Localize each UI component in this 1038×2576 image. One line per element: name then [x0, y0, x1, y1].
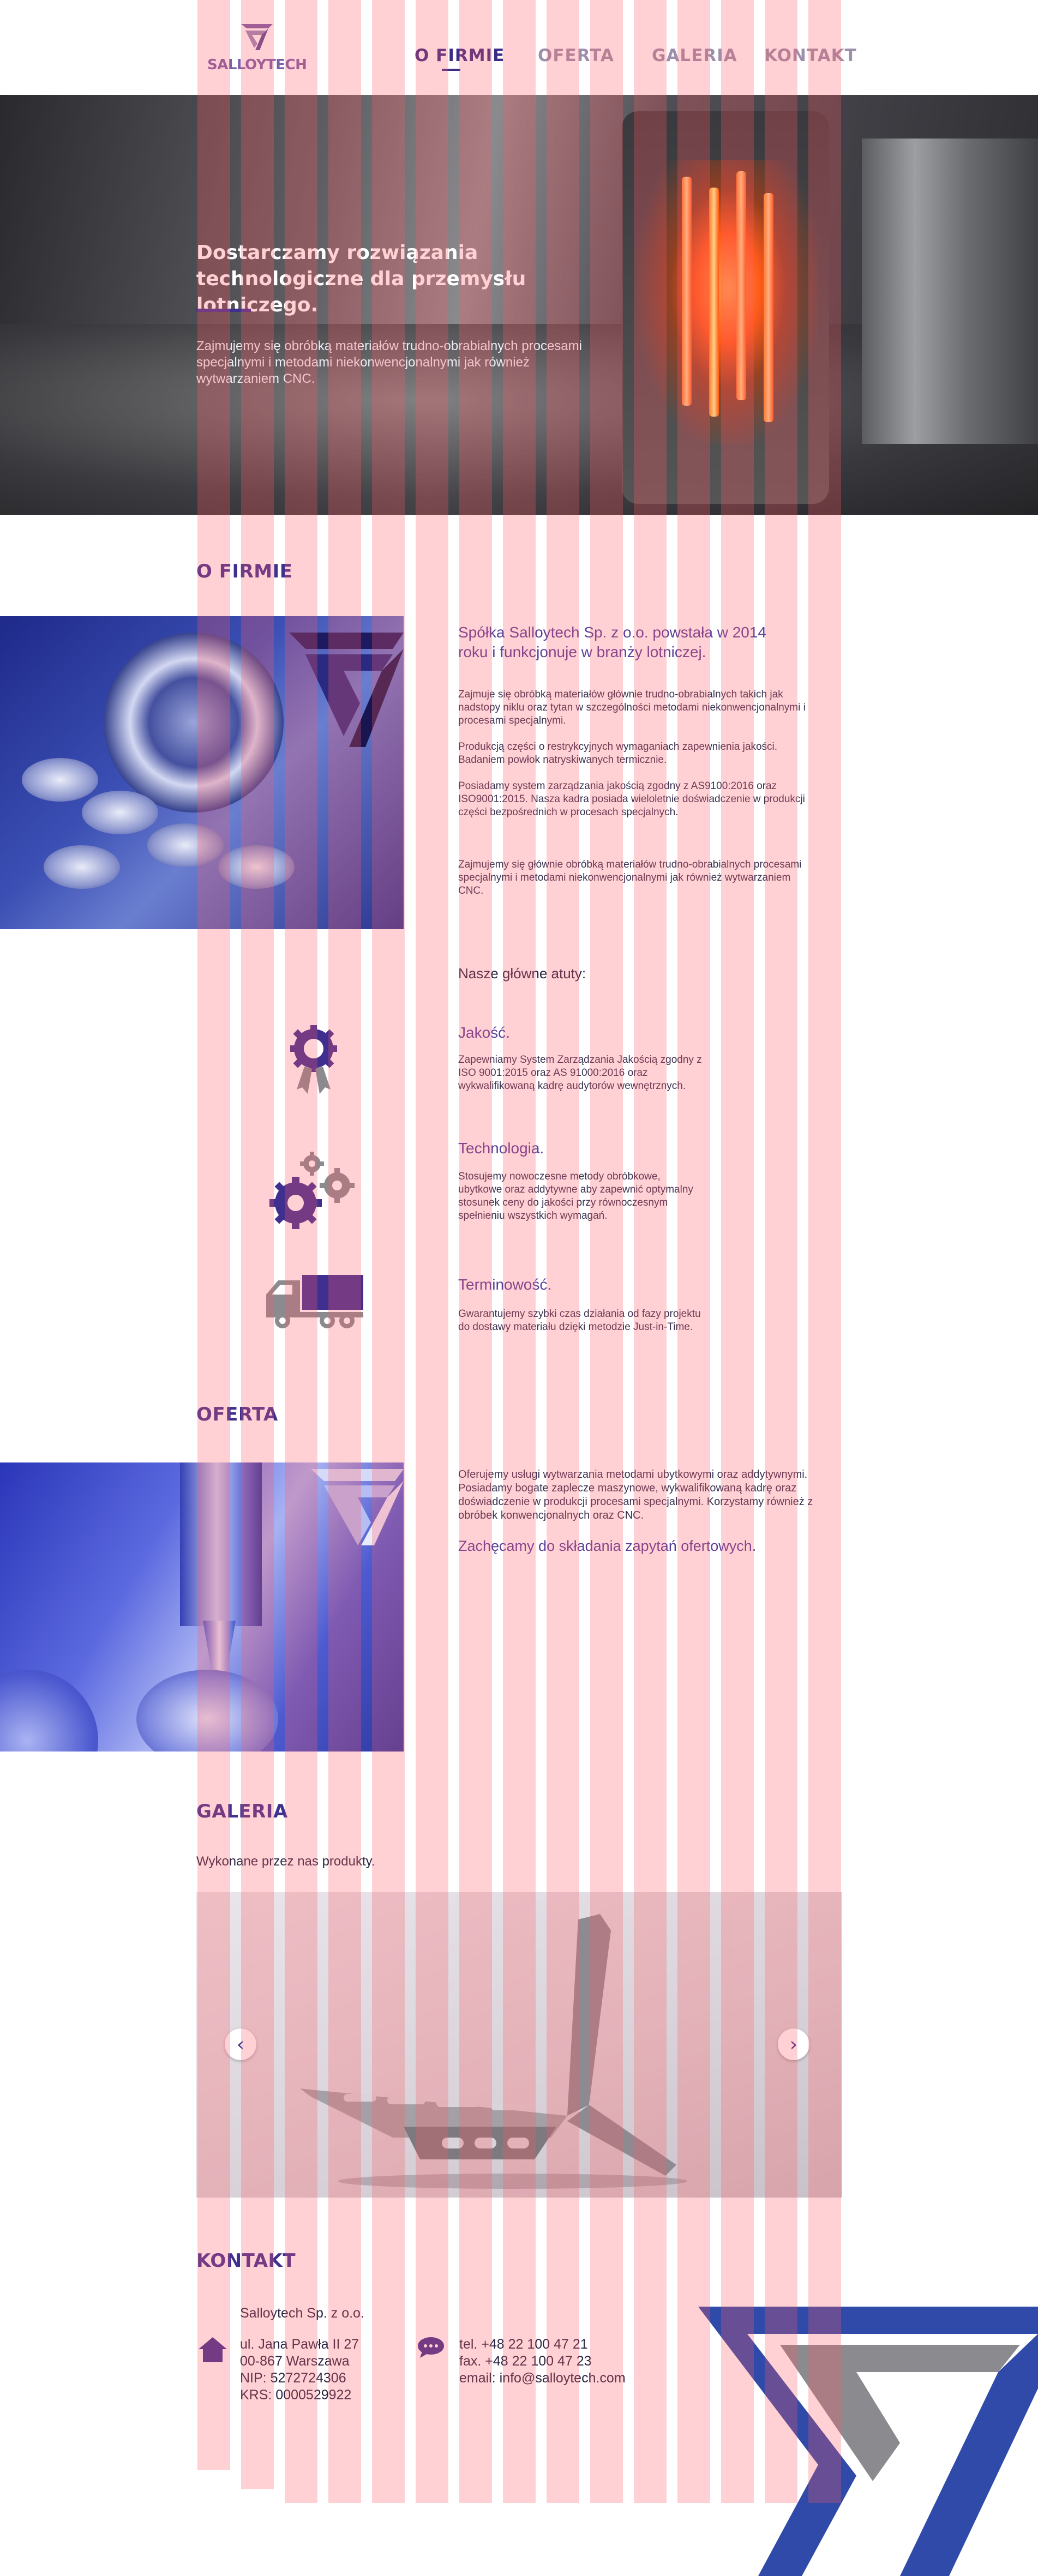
atut-title-technologia: Technologia.: [458, 1140, 544, 1157]
contact-email[interactable]: email: info@salloytech.com: [459, 2370, 626, 2387]
nav-o-firmie[interactable]: O FIRMIE: [415, 46, 505, 65]
chevron-left-icon: ‹: [236, 2033, 245, 2056]
address-street: ul. Jana Pawła II 27: [240, 2337, 359, 2352]
chat-bubble-icon: [418, 2337, 444, 2358]
hero-machine: [862, 139, 1038, 444]
atuty-title: Nasze główne atuty:: [458, 965, 586, 982]
galeria-subtitle: Wykonane przez nas produkty.: [196, 1854, 375, 1869]
address-city: 00-867 Warszawa: [240, 2354, 350, 2369]
salloytech-logo[interactable]: SALLOYTECH: [207, 21, 307, 75]
atut-text-terminowosc: Gwarantujemy szybki czas działania od fa…: [458, 1308, 701, 1333]
part-cylinder: [218, 845, 295, 889]
home-icon: [199, 2337, 227, 2362]
cnc-spindle: [180, 1462, 262, 1626]
hero-title: Dostarczamy rozwiązania technologiczne d…: [196, 242, 526, 316]
gallery-next-button[interactable]: ›: [778, 2029, 809, 2060]
address-nip: NIP: 5272724306: [240, 2370, 346, 2386]
oferta-body: Oferujemy usługi wytwarzania metodami ub…: [458, 1468, 813, 1521]
hero-fin: [736, 171, 746, 400]
firmie-paragraph: Zajmujemy się głównie obróbką materiałów…: [458, 859, 802, 896]
brand-mark-icon: [289, 633, 404, 747]
firmie-paragraph: Posiadamy system zarządzania jakością zg…: [458, 780, 805, 818]
logo-text: SALLOYTECH: [207, 57, 307, 73]
atut-title-terminowosc: Terminowość.: [458, 1276, 552, 1293]
brand-mark-large-icon: [698, 2307, 1038, 2576]
firmie-photo: [0, 616, 404, 929]
gears-icon: [269, 1152, 355, 1229]
section-title-kontakt: KONTAKT: [196, 2250, 296, 2272]
firmie-lead: Spółka Salloytech Sp. z o.o. powstała w …: [458, 624, 767, 660]
gallery-slider[interactable]: ‹ ›: [196, 1892, 842, 2198]
contact-block: tel. +48 22 100 47 21 fax. +48 22 100 47…: [459, 2336, 626, 2387]
hero-glow: [638, 160, 818, 444]
hero-fin: [764, 193, 773, 422]
company-name: Salloytech Sp. z o.o.: [240, 2306, 364, 2321]
quality-award-icon: [290, 1025, 337, 1094]
address-krs: KRS: 0000529922: [240, 2387, 352, 2403]
gallery-prev-button[interactable]: ‹: [225, 2029, 256, 2060]
section-title-galeria: GALERIA: [196, 1801, 288, 1822]
part-cylinder: [44, 845, 120, 889]
nav-active-indicator: [442, 69, 460, 71]
grinding-wheel: [104, 633, 284, 812]
site-header: SALLOYTECH O FIRMIE OFERTA GALERIA KONTA…: [0, 0, 1038, 95]
workpiece-cutout: [0, 1670, 98, 1752]
contact-phone[interactable]: tel. +48 22 100 47 21: [459, 2336, 626, 2353]
part-cylinder: [82, 791, 158, 834]
part-cylinder: [22, 758, 98, 802]
chevron-right-icon: ›: [789, 2033, 798, 2056]
delivery-truck-icon: [266, 1275, 363, 1328]
atut-text-technologia: Stosujemy nowoczesne metody obróbkowe, u…: [458, 1171, 693, 1221]
nav-kontakt[interactable]: KONTAKT: [764, 46, 857, 65]
nav-galeria[interactable]: GALERIA: [652, 46, 737, 65]
hero-fin: [682, 177, 692, 406]
brand-mark-icon: [311, 1469, 404, 1545]
logo-mark-icon: [241, 24, 273, 50]
hero-fin: [709, 188, 719, 417]
contact-fax: fax. +48 22 100 47 23: [459, 2354, 592, 2369]
oferta-photo: [0, 1462, 404, 1752]
address-block: ul. Jana Pawła II 27 00-867 Warszawa NIP…: [240, 2336, 359, 2404]
gallery-product-image: [300, 1914, 687, 2189]
hero-subtitle: Zajmujemy się obróbką materiałów trudno-…: [196, 339, 582, 386]
firmie-paragraph: Zajmuje się obróbką materiałów głównie t…: [458, 689, 806, 726]
section-title-o-firmie: O FIRMIE: [196, 561, 293, 582]
oferta-cta-link[interactable]: Zachęcamy do składania zapytań ofertowyc…: [458, 1538, 756, 1555]
nav-oferta[interactable]: OFERTA: [538, 46, 614, 65]
part-cylinder: [147, 823, 224, 867]
firmie-paragraph: Produkcją części o restrykcyjnych wymaga…: [458, 741, 778, 766]
atut-title-jakosc: Jakość.: [458, 1024, 510, 1041]
hero-accent-bar: [196, 309, 251, 312]
atut-text-jakosc: Zapewniamy System Zarządzania Jakością z…: [458, 1054, 702, 1092]
section-title-oferta: OFERTA: [196, 1404, 278, 1425]
workpiece-pocket: [136, 1670, 278, 1752]
